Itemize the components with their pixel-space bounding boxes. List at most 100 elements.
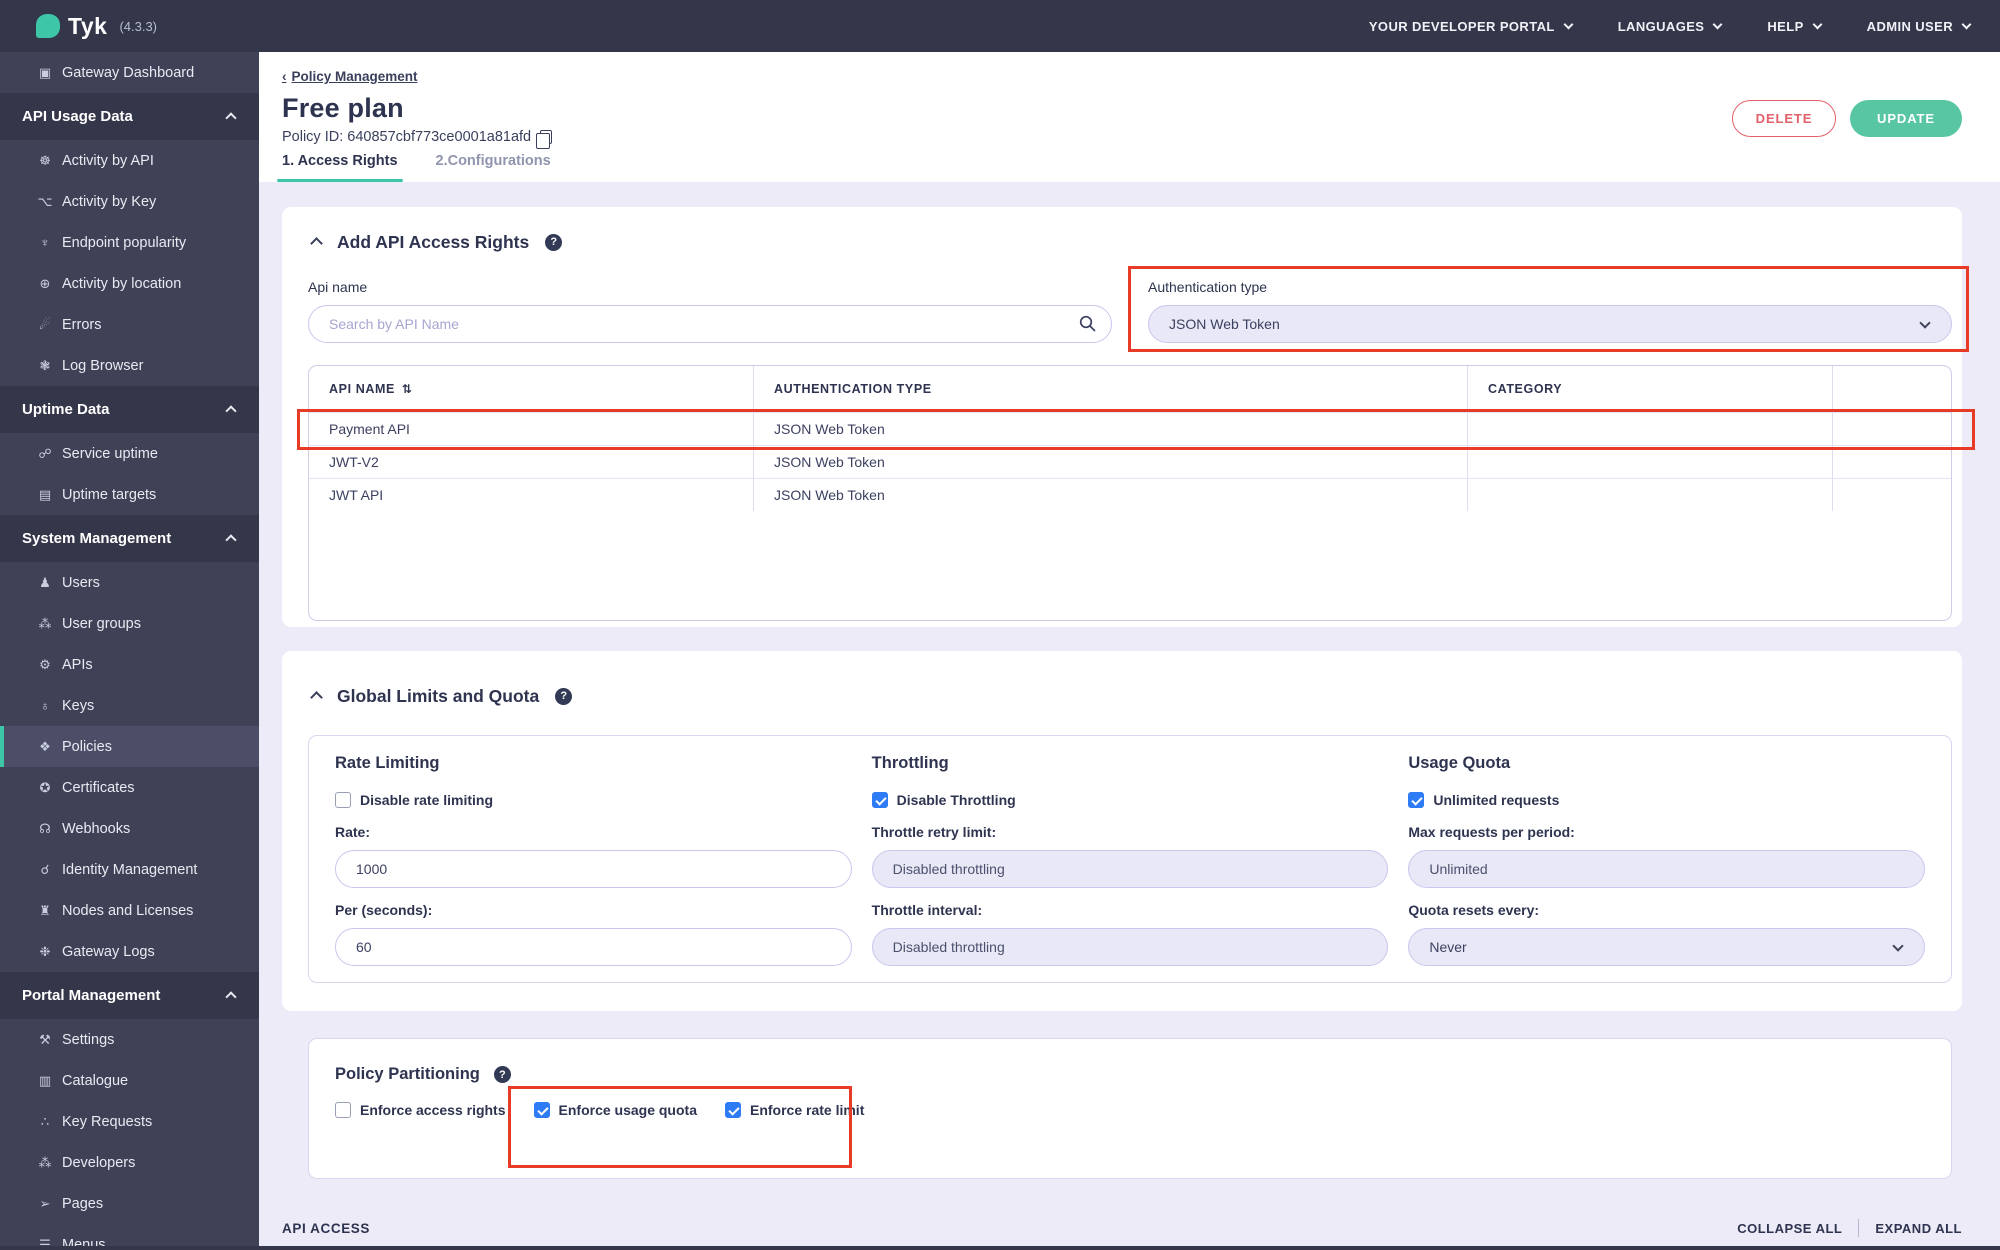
- sidebar-item-service-uptime[interactable]: ☍ Service uptime: [0, 433, 259, 474]
- sidebar-item-nodes-and-licenses[interactable]: ♜ Nodes and Licenses: [0, 890, 259, 931]
- disable-rate-limiting-checkbox[interactable]: [335, 792, 351, 808]
- chevron-up-icon: [225, 991, 237, 1003]
- sidebar-section-api-usage-data[interactable]: API Usage Data: [0, 93, 259, 140]
- table-row-jwt-v2[interactable]: JWT-V2 JSON Web Token: [309, 445, 1951, 478]
- expand-all-button[interactable]: EXPAND ALL: [1875, 1221, 1962, 1236]
- page-header: ‹ Policy Management Free plan Policy ID:…: [259, 52, 2000, 182]
- sidebar-item-users[interactable]: ♟ Users: [0, 562, 259, 603]
- chevron-down-icon: [1892, 939, 1904, 952]
- table-header-row: API NAME ⇅ AUTHENTICATION TYPE CATEGORY: [309, 366, 1951, 412]
- sidebar-item-gateway-dashboard[interactable]: ▣ Gateway Dashboard: [0, 52, 259, 93]
- rate-label: Rate:: [335, 824, 371, 840]
- api-access-section-label: API ACCESS: [282, 1220, 371, 1236]
- bottom-strip: [0, 1246, 2000, 1250]
- api-access-table: API NAME ⇅ AUTHENTICATION TYPE CATEGORY …: [308, 365, 1952, 621]
- bug-icon: ❃: [39, 357, 51, 373]
- back-arrow-icon: ‹: [282, 69, 287, 84]
- menu-help[interactable]: HELP: [1767, 18, 1823, 34]
- sidebar-section-system-management[interactable]: System Management: [0, 515, 259, 562]
- sitemap-icon: ♁: [40, 698, 50, 713]
- menu-help-label: HELP: [1767, 18, 1804, 34]
- sidebar-item-certificates[interactable]: ✪ Certificates: [0, 767, 259, 808]
- tyk-logo[interactable]: Tyk (4.3.3): [36, 13, 157, 40]
- sidebar-item-pages[interactable]: ➢ Pages: [0, 1183, 259, 1224]
- version-label: (4.3.3): [119, 18, 158, 34]
- chevron-up-icon: [225, 112, 237, 124]
- delete-button[interactable]: DELETE: [1732, 100, 1836, 137]
- sidebar-item-endpoint-popularity[interactable]: ♆ Endpoint popularity: [0, 222, 259, 263]
- sidebar-item-activity-by-location[interactable]: ⊕ Activity by location: [0, 263, 259, 304]
- unlimited-requests-checkbox[interactable]: [1408, 792, 1425, 808]
- collapse-chevron-icon[interactable]: [310, 691, 323, 704]
- menu-developer-portal[interactable]: YOUR DEVELOPER PORTAL: [1369, 19, 1574, 34]
- sidebar: ▣ Gateway Dashboard API Usage Data ☸ Act…: [0, 52, 259, 1250]
- menu-languages[interactable]: LANGUAGES: [1617, 18, 1723, 34]
- tab-access-rights[interactable]: 1. Access Rights: [277, 153, 403, 182]
- help-icon[interactable]: ?: [493, 1066, 511, 1083]
- globe-icon: ⊕: [39, 275, 51, 291]
- menu-languages-label: LANGUAGES: [1617, 18, 1705, 34]
- help-icon[interactable]: ?: [545, 233, 563, 251]
- api-name-search-input[interactable]: [308, 305, 1112, 343]
- help-icon[interactable]: ?: [555, 687, 573, 705]
- auth-type-select[interactable]: JSON Web Token: [1148, 305, 1952, 343]
- sidebar-item-keys[interactable]: ♁ Keys: [0, 685, 259, 726]
- quota-resets-select[interactable]: Never: [1408, 928, 1926, 966]
- nodes-icon: ☸: [39, 152, 51, 168]
- sidebar-item-key-requests[interactable]: ∴ Key Requests: [0, 1101, 259, 1142]
- api-name-label: Api name: [308, 279, 368, 295]
- chevron-down-icon: [1712, 19, 1723, 30]
- certificate-icon: ✪: [39, 779, 51, 795]
- sidebar-item-log-browser[interactable]: ❃ Log Browser: [0, 345, 259, 386]
- collapse-all-button[interactable]: COLLAPSE ALL: [1737, 1221, 1842, 1236]
- sidebar-item-activity-by-key[interactable]: ⌥ Activity by Key: [0, 181, 259, 222]
- update-button[interactable]: UPDATE: [1850, 100, 1962, 137]
- sidebar-item-apis[interactable]: ⚙ APIs: [0, 644, 259, 685]
- table-row-jwt-api[interactable]: JWT API JSON Web Token: [309, 478, 1951, 511]
- breadcrumb[interactable]: ‹ Policy Management: [282, 69, 418, 84]
- sidebar-item-uptime-targets[interactable]: ▤ Uptime targets: [0, 474, 259, 515]
- collapse-chevron-icon[interactable]: [310, 237, 323, 250]
- max-requests-input: Unlimited: [1408, 850, 1926, 888]
- badge-icon: ❖: [39, 738, 51, 754]
- user-icon: ♟: [39, 574, 51, 590]
- sort-icon[interactable]: ⇅: [402, 382, 413, 396]
- users-icon: ⁂: [38, 615, 52, 631]
- sidebar-section-uptime-data[interactable]: Uptime Data: [0, 386, 259, 433]
- sidebar-item-identity-management[interactable]: ☌ Identity Management: [0, 849, 259, 890]
- tab-configurations[interactable]: 2.Configurations: [436, 153, 551, 182]
- col-auth-type: AUTHENTICATION TYPE: [754, 366, 1468, 412]
- table-row-payment-api[interactable]: Payment API JSON Web Token: [309, 412, 1951, 445]
- sidebar-section-portal-management[interactable]: Portal Management: [0, 972, 259, 1019]
- menu-admin-user[interactable]: ADMIN USER: [1866, 18, 1972, 34]
- sidebar-item-user-groups[interactable]: ⁂ User groups: [0, 603, 259, 644]
- col-empty: [1833, 366, 1951, 412]
- tabs: 1. Access Rights 2.Configurations: [277, 153, 551, 182]
- limits-box: Rate Limiting Disable rate limiting Rate…: [308, 735, 1952, 983]
- divider: [1858, 1219, 1860, 1237]
- enforce-rate-limit-checkbox[interactable]: [724, 1102, 741, 1118]
- sidebar-item-policies[interactable]: ❖ Policies: [0, 726, 259, 767]
- throttling-column: Throttling Disable Throttling Throttle r…: [871, 754, 1389, 966]
- copy-icon[interactable]: [536, 130, 553, 149]
- catalog-icon: ▥: [38, 1072, 52, 1088]
- per-seconds-input[interactable]: [335, 928, 852, 966]
- sidebar-item-developers[interactable]: ⁂ Developers: [0, 1142, 259, 1183]
- sidebar-item-settings[interactable]: ⚒ Settings: [0, 1019, 259, 1060]
- tyk-leaf-icon: [36, 14, 60, 38]
- sidebar-item-webhooks[interactable]: ☊ Webhooks: [0, 808, 259, 849]
- nodes-icon: ☍: [38, 445, 52, 461]
- enforce-access-rights-checkbox[interactable]: [335, 1102, 351, 1118]
- page-title: Free plan: [282, 93, 404, 123]
- sidebar-item-catalogue[interactable]: ▥ Catalogue: [0, 1060, 259, 1101]
- sidebar-item-errors[interactable]: ☄ Errors: [0, 304, 259, 345]
- enforce-usage-quota-checkbox[interactable]: [533, 1102, 550, 1118]
- policy-id-label: Policy ID: 640857cbf773ce0001a81afd: [282, 129, 532, 145]
- max-requests-label: Max requests per period:: [1408, 824, 1575, 840]
- menu-admin-user-label: ADMIN USER: [1866, 18, 1953, 34]
- key-icon: ⌥: [37, 193, 53, 209]
- sidebar-item-gateway-logs[interactable]: ❉ Gateway Logs: [0, 931, 259, 972]
- rate-input[interactable]: [335, 850, 852, 888]
- disable-throttling-checkbox[interactable]: [871, 792, 888, 808]
- sidebar-item-activity-by-api[interactable]: ☸ Activity by API: [0, 140, 259, 181]
